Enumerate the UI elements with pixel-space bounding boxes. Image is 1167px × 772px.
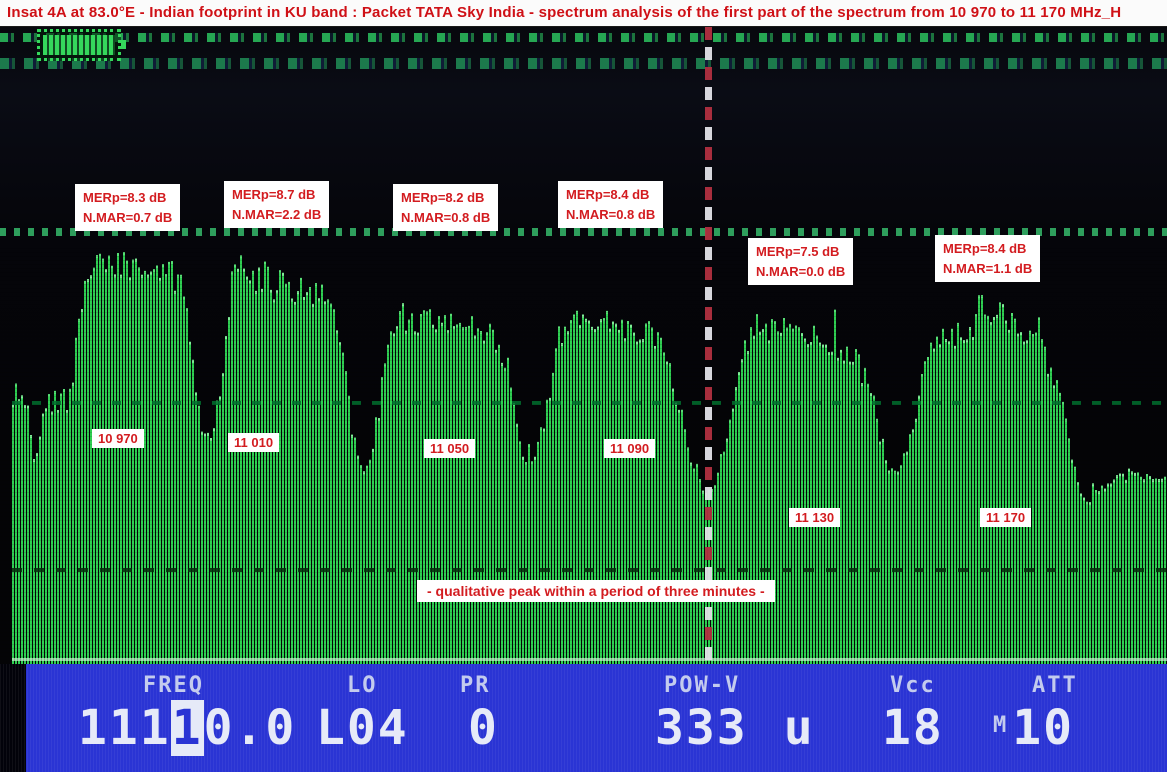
pr-label: PR — [460, 673, 491, 698]
freq-value-field[interactable]: 11110.0 — [78, 704, 296, 752]
mer-annotation-line: N.MAR=0.8 dB — [566, 205, 655, 225]
mer-annotation-box: MERp=8.2 dBN.MAR=0.8 dB — [393, 184, 498, 231]
att-label: ATT — [1032, 673, 1078, 698]
mer-annotation-line: MERp=8.4 dB — [566, 185, 655, 205]
frequency-label: 11 170 — [980, 508, 1031, 527]
lo-value[interactable]: L04 — [316, 704, 409, 752]
mer-annotation-box: MERp=7.5 dBN.MAR=0.0 dB — [748, 238, 853, 285]
freq-digits-post: 0.0 — [204, 700, 297, 756]
mer-annotation-box: MERp=8.4 dBN.MAR=1.1 dB — [935, 235, 1040, 282]
mer-annotation-line: MERp=8.3 dB — [83, 188, 172, 208]
mer-annotation-line: N.MAR=2.2 dB — [232, 205, 321, 225]
annotations-layer: MERp=8.3 dBN.MAR=0.7 dBMERp=8.7 dBN.MAR=… — [0, 0, 1167, 772]
mer-annotation-line: N.MAR=0.0 dB — [756, 262, 845, 282]
frequency-label: 11 010 — [228, 433, 279, 452]
frequency-label: 11 090 — [604, 439, 655, 458]
freq-digits-pre: 111 — [78, 700, 171, 756]
mer-annotation-line: MERp=8.2 dB — [401, 188, 490, 208]
lo-label: LO — [347, 673, 378, 698]
mer-annotation-line: MERp=7.5 dB — [756, 242, 845, 262]
pow-v-value: 333u — [655, 704, 815, 752]
freq-label: FREQ — [143, 673, 204, 698]
page-title: Insat 4A at 83.0°E - Indian footprint in… — [0, 0, 1167, 25]
frequency-label: 10 970 — [92, 429, 144, 448]
mer-annotation-line: N.MAR=0.8 dB — [401, 208, 490, 228]
caption-label: - qualitative peak within a period of th… — [417, 580, 775, 602]
spectrum-analyzer-screen: Insat 4A at 83.0°E - Indian footprint in… — [0, 0, 1167, 772]
mer-annotation-line: N.MAR=1.1 dB — [943, 259, 1032, 279]
pow-v-label: POW-V — [664, 673, 740, 698]
pr-value[interactable]: 0 — [468, 704, 499, 752]
pow-v-unit: u — [748, 700, 815, 756]
mer-annotation-box: MERp=8.3 dBN.MAR=0.7 dB — [75, 184, 180, 231]
mer-annotation-box: MERp=8.7 dBN.MAR=2.2 dB — [224, 181, 329, 228]
status-bar: FREQ LO PR POW-V Vcc ATT 11110.0 L04 0 3… — [0, 664, 1167, 772]
mer-annotation-box: MERp=8.4 dBN.MAR=0.8 dB — [558, 181, 663, 228]
mer-annotation-line: MERp=8.7 dB — [232, 185, 321, 205]
title-bar: Insat 4A at 83.0°E - Indian footprint in… — [0, 0, 1167, 27]
att-value[interactable]: M10 — [993, 704, 1074, 752]
vcc-label: Vcc — [890, 673, 936, 698]
att-number: 10 — [1012, 700, 1074, 756]
mer-annotation-line: MERp=8.4 dB — [943, 239, 1032, 259]
pow-v-number: 333 — [655, 700, 748, 756]
frequency-label: 11 130 — [789, 508, 840, 527]
frequency-label: 11 050 — [424, 439, 475, 458]
att-mode-prefix: M — [993, 713, 1012, 738]
mer-annotation-line: N.MAR=0.7 dB — [83, 208, 172, 228]
vcc-value[interactable]: 18 — [882, 704, 944, 752]
freq-edit-cursor-digit[interactable]: 1 — [171, 700, 204, 756]
